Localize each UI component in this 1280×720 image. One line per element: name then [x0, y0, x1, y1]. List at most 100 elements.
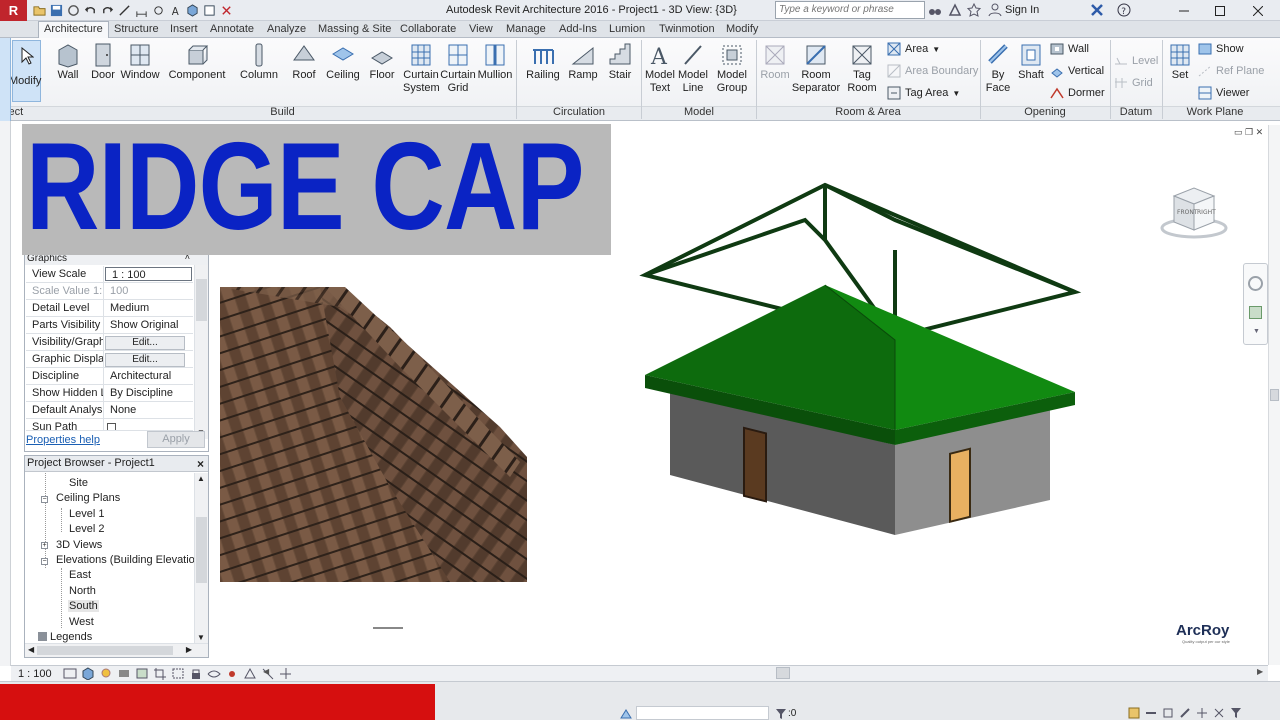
tag-room-button[interactable]: Tag Room [845, 42, 879, 95]
grid-button[interactable]: Grid [1114, 76, 1153, 90]
view-scale-field[interactable]: 1 : 100 [105, 267, 192, 281]
sun-path-row[interactable]: Sun Path [26, 419, 193, 431]
column-button[interactable]: Column [239, 42, 279, 82]
active-workset-dropdown[interactable] [636, 706, 769, 720]
subscription-icon[interactable] [948, 3, 962, 17]
component-button[interactable]: Component [168, 42, 226, 82]
viewport-hscroll-thumb[interactable] [776, 667, 790, 679]
exchange-apps-icon[interactable] [1090, 3, 1104, 17]
analytical-model-icon[interactable] [243, 667, 257, 680]
property-value[interactable]: Show Original [104, 317, 193, 333]
opening-panel-label[interactable]: Opening [981, 106, 1109, 120]
room-separator-button[interactable]: Room Separator [791, 42, 841, 95]
select-underlay-icon[interactable] [1162, 707, 1174, 719]
aligned-dimension-icon[interactable] [134, 2, 149, 18]
maximize-button[interactable] [1202, 0, 1238, 21]
tab-architecture[interactable]: Architecture [38, 21, 109, 39]
scroll-thumb[interactable] [37, 646, 173, 655]
view-scale-row[interactable]: View Scale 1 : 100 [26, 266, 193, 283]
project-browser-scrollbar[interactable]: ▲ ▼ [194, 473, 208, 643]
vertical-opening-button[interactable]: Vertical [1050, 64, 1104, 78]
viewport-close-icon[interactable]: ✕ [1256, 127, 1264, 137]
floor-button[interactable]: Floor [367, 42, 397, 82]
tree-item-south[interactable]: South [68, 600, 99, 612]
tab-modify[interactable]: Modify [726, 22, 758, 38]
viewer-button[interactable]: Viewer [1198, 86, 1249, 100]
model-group-button[interactable]: Model Group [714, 42, 750, 95]
show-crop-icon[interactable] [171, 667, 185, 680]
shaft-button[interactable]: Shaft [1015, 42, 1047, 82]
help-search-input[interactable] [779, 4, 921, 15]
detail-level-icon[interactable] [63, 667, 77, 680]
scroll-left-arrow[interactable]: ◀ [28, 645, 34, 654]
ceiling-button[interactable]: Ceiling [325, 42, 361, 82]
window-button[interactable]: Window [120, 42, 160, 82]
tab-massing-site[interactable]: Massing & Site [318, 22, 391, 38]
revit-app-button[interactable]: R [0, 0, 27, 21]
show-hidden-lines-row[interactable]: Show Hidden Li... By Discipline [26, 385, 193, 402]
favorites-icon[interactable] [966, 2, 982, 17]
measure-icon[interactable] [117, 2, 132, 18]
tab-view[interactable]: View [469, 22, 493, 38]
tree-item-3d-views[interactable]: 3D Views [56, 539, 102, 551]
reveal-hidden-icon[interactable] [225, 667, 239, 680]
mullion-button[interactable]: Mullion [476, 42, 514, 82]
selection-filter-count[interactable]: :0 [788, 708, 796, 719]
area-button[interactable]: Area ▼ [887, 42, 940, 56]
wall-button[interactable]: Wall [52, 42, 84, 82]
redo-icon[interactable] [100, 2, 115, 18]
close-button[interactable] [1240, 0, 1276, 21]
tab-insert[interactable]: Insert [170, 22, 198, 38]
viewcube[interactable]: FRONT RIGHT [1160, 180, 1228, 244]
filter-icon[interactable] [776, 708, 786, 720]
tag-icon[interactable] [151, 2, 166, 18]
show-workplane-button[interactable]: Show [1198, 42, 1244, 56]
datum-panel-label[interactable]: Datum [1111, 106, 1161, 120]
property-value[interactable]: By Discipline [104, 385, 193, 401]
edit-button[interactable]: Edit... [105, 353, 185, 367]
sync-icon[interactable] [66, 2, 81, 18]
select-pinned-icon[interactable] [1179, 707, 1191, 719]
scroll-thumb[interactable] [196, 279, 207, 321]
nav-menu-icon[interactable]: ▼ [1253, 328, 1260, 335]
tab-structure[interactable]: Structure [114, 22, 159, 38]
build-panel-label[interactable]: Build [50, 106, 515, 120]
binoculars-icon[interactable] [928, 3, 942, 17]
select-links-icon[interactable] [1145, 707, 1157, 719]
railing-button[interactable]: Railing [526, 42, 560, 82]
model-line-button[interactable]: Model Line [677, 42, 709, 95]
close-hidden-icon[interactable] [219, 2, 234, 18]
default-analysis-row[interactable]: Default Analysi... None [26, 402, 193, 419]
filter-count-icon[interactable] [1230, 707, 1246, 719]
switch-windows-icon[interactable] [202, 2, 217, 18]
help-icon[interactable]: ? [1117, 3, 1131, 17]
level-button[interactable]: Level [1114, 54, 1158, 68]
modify-button[interactable]: Modify [9, 40, 41, 102]
3d-model-view[interactable] [620, 160, 1100, 550]
door-button[interactable]: Door [89, 42, 117, 82]
curtain-system-button[interactable]: Curtain System [403, 42, 440, 95]
tab-analyze[interactable]: Analyze [267, 22, 306, 38]
graphic-display-row[interactable]: Graphic Display... Edit... [26, 351, 193, 368]
workset-icon[interactable] [619, 708, 633, 720]
tree-item-level-2[interactable]: Level 2 [69, 523, 104, 535]
crop-view-icon[interactable] [153, 667, 167, 680]
scroll-down-arrow[interactable]: ▼ [197, 633, 205, 642]
drag-elements-icon[interactable] [1213, 707, 1225, 719]
ramp-button[interactable]: Ramp [567, 42, 599, 82]
tag-area-button[interactable]: Tag Area ▼ [887, 86, 960, 100]
scroll-right-arrow[interactable]: ▶ [186, 645, 192, 654]
room-area-panel-label[interactable]: Room & Area [757, 106, 979, 120]
select-by-face-icon[interactable] [1196, 707, 1208, 719]
view-scale-indicator[interactable]: 1 : 100 [18, 668, 52, 680]
editable-only-icon[interactable] [1128, 707, 1140, 719]
visibility-graphics-row[interactable]: Visibility/Graph... Edit... [26, 334, 193, 351]
3d-view-icon[interactable] [185, 2, 200, 18]
curtain-grid-button[interactable]: Curtain Grid [440, 42, 476, 95]
collapse-icon[interactable]: − [41, 496, 48, 503]
dormer-opening-button[interactable]: Dormer [1050, 86, 1105, 100]
collapse-icon[interactable]: − [41, 558, 48, 565]
lock-3d-view-icon[interactable] [189, 667, 203, 680]
viewcube-right-label[interactable]: RIGHT [1197, 209, 1216, 216]
tree-item-north[interactable]: North [69, 585, 96, 597]
